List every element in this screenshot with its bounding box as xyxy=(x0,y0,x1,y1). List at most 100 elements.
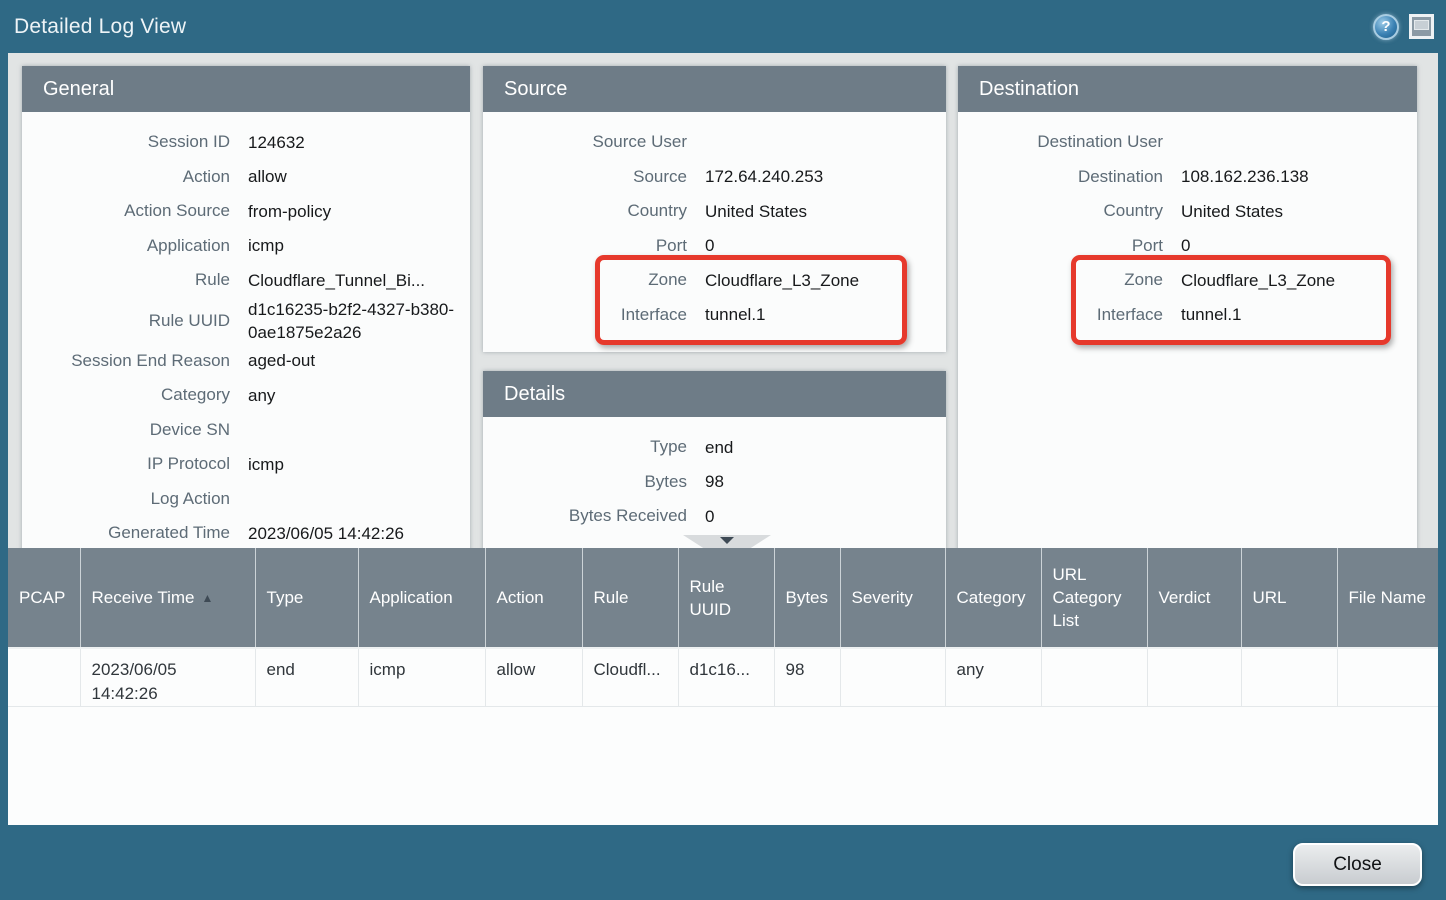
middle-column: Source Source UserSource172.64.240.253Co… xyxy=(483,66,946,548)
column-header-url-category-list[interactable]: URL Category List xyxy=(1041,548,1147,648)
field-row: Bytes98 xyxy=(483,465,946,500)
log-table: PCAPReceive Time▲TypeApplicationActionRu… xyxy=(8,548,1438,707)
field-row: Applicationicmp xyxy=(22,229,470,264)
field-row: Typeend xyxy=(483,430,946,465)
log-table-cell: allow xyxy=(485,648,582,707)
column-header-bytes[interactable]: Bytes xyxy=(774,548,840,648)
column-header-verdict[interactable]: Verdict xyxy=(1147,548,1241,648)
field-row: Device SN xyxy=(22,413,470,448)
log-table-cell: any xyxy=(945,648,1041,707)
log-table-cell xyxy=(1337,648,1438,707)
maximize-window-icon-inner xyxy=(1414,20,1429,30)
field-value: 98 xyxy=(705,470,946,493)
column-header-severity[interactable]: Severity xyxy=(840,548,945,648)
field-row: Port0 xyxy=(483,229,946,264)
field-row: Source User xyxy=(483,125,946,160)
field-label: IP Protocol xyxy=(22,453,248,475)
column-header-action[interactable]: Action xyxy=(485,548,582,648)
field-value: Cloudflare_L3_Zone xyxy=(1181,269,1417,292)
field-value: tunnel.1 xyxy=(705,303,946,326)
field-label: Session End Reason xyxy=(22,350,248,372)
field-label: Log Action xyxy=(22,488,248,510)
field-label: Action xyxy=(22,166,248,188)
column-header-file-name[interactable]: File Name xyxy=(1337,548,1438,648)
details-panel: Details TypeendBytes98Bytes Received0 xyxy=(483,371,946,548)
field-value: any xyxy=(248,384,470,407)
field-label: Interface xyxy=(958,304,1181,326)
field-label: Application xyxy=(22,235,248,257)
field-label: Bytes xyxy=(483,471,705,493)
log-table-cell xyxy=(8,648,80,707)
field-row: Destination User xyxy=(958,125,1417,160)
log-table-cell: 2023/06/05 14:42:26 xyxy=(80,648,255,707)
field-row: Actionallow xyxy=(22,160,470,195)
log-table-cell xyxy=(1147,648,1241,707)
destination-panel-body: Destination UserDestination108.162.236.1… xyxy=(958,112,1417,332)
field-row: Interfacetunnel.1 xyxy=(483,298,946,333)
column-header-pcap[interactable]: PCAP xyxy=(8,548,80,648)
log-table-cell xyxy=(1241,648,1337,707)
field-value: icmp xyxy=(248,453,470,476)
field-row: Session ID124632 xyxy=(22,125,470,160)
splitter-collapse-icon xyxy=(720,537,734,544)
log-table-cell: end xyxy=(255,648,358,707)
field-label: Destination xyxy=(958,166,1181,188)
field-value: from-policy xyxy=(248,200,470,223)
field-value: 2023/06/05 14:42:26 xyxy=(248,522,470,545)
field-label: Rule xyxy=(22,269,248,291)
log-table-header-row: PCAPReceive Time▲TypeApplicationActionRu… xyxy=(8,548,1438,648)
field-row: Interfacetunnel.1 xyxy=(958,298,1417,333)
field-value: Cloudflare_Tunnel_Bi... xyxy=(248,269,470,292)
field-row: Session End Reasonaged-out xyxy=(22,344,470,379)
column-header-category[interactable]: Category xyxy=(945,548,1041,648)
log-table-cell xyxy=(840,648,945,707)
field-label: Category xyxy=(22,384,248,406)
field-value: aged-out xyxy=(248,349,470,372)
log-table-row[interactable]: 2023/06/05 14:42:26endicmpallowCloudfl..… xyxy=(8,648,1438,707)
log-table-cell: Cloudfl... xyxy=(582,648,678,707)
field-label: Port xyxy=(483,235,705,257)
field-row: RuleCloudflare_Tunnel_Bi... xyxy=(22,263,470,298)
field-label: Country xyxy=(958,200,1181,222)
details-panel-body: TypeendBytes98Bytes Received0 xyxy=(483,417,946,534)
column-header-rule-uuid[interactable]: Rule UUID xyxy=(678,548,774,648)
field-label: Source User xyxy=(483,131,705,153)
field-value: 172.64.240.253 xyxy=(705,165,946,188)
field-label: Rule UUID xyxy=(22,310,248,332)
sort-asc-icon: ▲ xyxy=(201,591,213,605)
field-label: Zone xyxy=(958,269,1181,291)
column-header-url[interactable]: URL xyxy=(1241,548,1337,648)
dialog-titlebar: Detailed Log View ? xyxy=(0,0,1446,53)
field-value: allow xyxy=(248,165,470,188)
close-button[interactable]: Close xyxy=(1293,843,1422,886)
column-header-receive-time[interactable]: Receive Time▲ xyxy=(80,548,255,648)
field-label: Port xyxy=(958,235,1181,257)
field-value: d1c16235-b2f2-4327-b380-0ae1875e2a26 xyxy=(248,298,470,344)
field-row: Rule UUIDd1c16235-b2f2-4327-b380-0ae1875… xyxy=(22,298,470,344)
field-label: Zone xyxy=(483,269,705,291)
column-header-type[interactable]: Type xyxy=(255,548,358,648)
field-row: CountryUnited States xyxy=(958,194,1417,229)
column-header-application[interactable]: Application xyxy=(358,548,485,648)
field-value: Cloudflare_L3_Zone xyxy=(705,269,946,292)
source-panel-header: Source xyxy=(483,66,946,112)
maximize-window-icon[interactable] xyxy=(1409,14,1434,39)
log-table-area: PCAPReceive Time▲TypeApplicationActionRu… xyxy=(8,548,1438,825)
details-panel-header: Details xyxy=(483,371,946,417)
column-header-rule[interactable]: Rule xyxy=(582,548,678,648)
field-value: United States xyxy=(705,200,946,223)
field-row: CountryUnited States xyxy=(483,194,946,229)
field-row: Port0 xyxy=(958,229,1417,264)
log-table-cell xyxy=(1041,648,1147,707)
field-row: Source172.64.240.253 xyxy=(483,160,946,195)
field-row: ZoneCloudflare_L3_Zone xyxy=(958,263,1417,298)
log-table-cell: d1c16... xyxy=(678,648,774,707)
help-icon[interactable]: ? xyxy=(1373,14,1399,40)
field-value: end xyxy=(705,436,946,459)
field-label: Session ID xyxy=(22,131,248,153)
field-row: IP Protocolicmp xyxy=(22,447,470,482)
field-label: Device SN xyxy=(22,419,248,441)
general-panel-body: Session ID124632ActionallowAction Source… xyxy=(22,112,470,548)
destination-panel-header: Destination xyxy=(958,66,1417,112)
field-label: Source xyxy=(483,166,705,188)
